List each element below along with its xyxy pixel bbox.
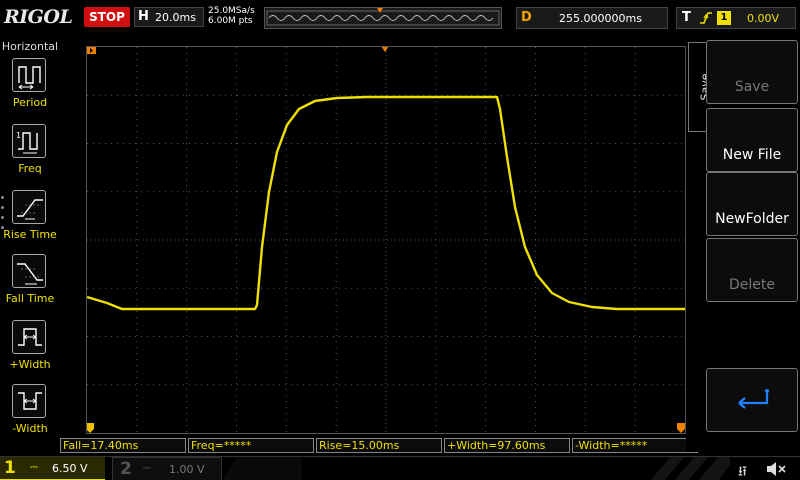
trigger-box[interactable]: T 1 0.00V <box>676 7 796 29</box>
measure-negative-width-button[interactable]: -Width <box>0 384 60 448</box>
save-menu: Save Save New File NewFolder Delete <box>686 38 800 452</box>
measure-menu: Horizontal Period 1 Freq Rise Time Fall … <box>0 38 60 452</box>
channel-3-placeholder <box>222 457 302 480</box>
waveform-canvas <box>87 47 685 433</box>
measurement-results-bar: Fall=17.40ms Freq=***** Rise=15.00ms +Wi… <box>60 438 700 454</box>
waveform-memory-timeline <box>264 7 502 29</box>
measurement-frequency[interactable]: Freq=***** <box>188 438 314 453</box>
new-file-button[interactable]: New File <box>706 108 798 172</box>
save-button[interactable]: Save <box>706 40 798 104</box>
dc-coupling-icon: ⎓ <box>143 463 151 474</box>
speaker-muted-icon[interactable] <box>764 459 788 479</box>
measurement-fall-time[interactable]: Fall=17.40ms <box>60 438 186 453</box>
menu-title: Horizontal <box>1 40 59 53</box>
measure-period-button[interactable]: Period <box>0 58 60 122</box>
channel-2-status[interactable]: 2 ⎓ 1.00 V <box>112 457 222 480</box>
rise-time-label: Rise Time <box>3 228 57 241</box>
measurement-negative-width[interactable]: -Width=***** <box>572 438 698 453</box>
delete-button-label: Delete <box>729 277 775 293</box>
channel-1-number: 1 <box>4 458 16 478</box>
positive-width-icon <box>12 320 46 354</box>
new-folder-button-label: NewFolder <box>715 211 789 227</box>
period-label: Period <box>12 96 48 109</box>
measure-freq-button[interactable]: 1 Freq <box>0 124 60 188</box>
top-status-bar: RIGOL STOP H 20.0ms 25.0MSa/s 6.00M pts … <box>0 0 800 38</box>
delay-value: 255.000000ms <box>559 12 642 25</box>
save-button-label: Save <box>734 79 770 95</box>
fall-time-label: Fall Time <box>5 292 55 305</box>
trigger-level-value: 0.00V <box>747 12 780 25</box>
acquisition-info: 25.0MSa/s 6.00M pts <box>208 6 255 26</box>
dc-coupling-icon: ⎓ <box>30 462 38 473</box>
measure-positive-width-button[interactable]: +Width <box>0 320 60 384</box>
negative-width-icon <box>12 384 46 418</box>
period-icon <box>12 58 46 92</box>
memory-depth: 6.00M pts <box>208 16 253 26</box>
display-grid <box>87 47 685 433</box>
usb-icon: ⭿ <box>738 464 748 480</box>
channel-1-scale: 6.50 V <box>52 462 88 475</box>
measurement-positive-width[interactable]: +Width=97.60ms <box>444 438 570 453</box>
rise-time-icon <box>12 190 46 224</box>
save-menu-tab: Save <box>688 42 712 132</box>
channel-tab-decoration <box>650 457 730 480</box>
trigger-source-badge: 1 <box>717 11 731 25</box>
cursor-right-marker <box>677 423 685 433</box>
freq-icon: 1 <box>12 124 46 158</box>
channel-2-number: 2 <box>120 459 132 479</box>
horizontal-scale-box[interactable]: H 20.0ms <box>134 7 204 27</box>
back-button[interactable] <box>706 368 798 432</box>
negative-width-label: -Width <box>12 422 48 435</box>
new-file-button-label: New File <box>722 147 782 163</box>
trigger-left-marker <box>87 47 96 54</box>
new-folder-button[interactable]: NewFolder <box>706 172 798 236</box>
fall-time-icon <box>12 254 46 288</box>
trigger-position-marker <box>381 47 389 52</box>
rigol-logo: RIGOL <box>4 6 73 28</box>
delay-label: D <box>521 10 532 25</box>
waveform-display[interactable] <box>86 46 686 434</box>
sample-rate: 25.0MSa/s <box>208 6 255 16</box>
measure-fall-time-button[interactable]: Fall Time <box>0 254 60 318</box>
measure-rise-time-button[interactable]: Rise Time <box>0 190 60 254</box>
channel-2-scale: 1.00 V <box>169 463 205 476</box>
positive-width-label: +Width <box>9 358 51 371</box>
channel-1-status[interactable]: 1 ⎓ 6.50 V <box>0 457 105 480</box>
rising-edge-icon <box>700 12 712 24</box>
horizontal-label: H <box>138 9 149 24</box>
measurement-rise-time[interactable]: Rise=15.00ms <box>316 438 442 453</box>
cursor-left-marker <box>87 423 94 433</box>
delete-button[interactable]: Delete <box>706 238 798 302</box>
delay-box[interactable]: D 255.000000ms <box>516 7 668 29</box>
page-indicator-dots <box>1 196 5 236</box>
freq-label: Freq <box>18 162 42 175</box>
trigger-label: T <box>682 10 691 25</box>
return-arrow-icon <box>738 389 769 409</box>
run-stop-indicator[interactable]: STOP <box>84 7 130 27</box>
timeline-waveform-icon <box>266 8 500 26</box>
channel-status-bar: 1 ⎓ 6.50 V 2 ⎓ 1.00 V ⭿ <box>0 456 800 480</box>
svg-text:1: 1 <box>16 131 21 140</box>
horizontal-scale-value: 20.0ms <box>155 11 196 24</box>
